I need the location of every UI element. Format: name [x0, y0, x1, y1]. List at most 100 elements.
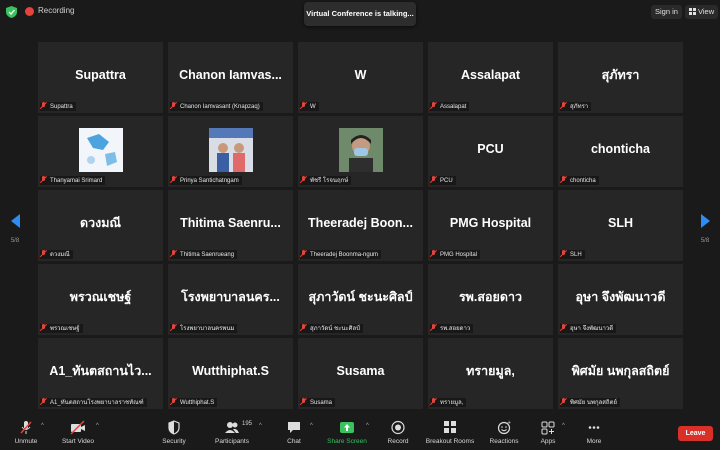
- breakout-rooms-button[interactable]: Breakout Rooms: [423, 420, 477, 448]
- chat-options-chevron-icon[interactable]: ^: [310, 423, 313, 429]
- view-button[interactable]: View: [685, 5, 719, 19]
- muted-mic-icon: [300, 324, 307, 331]
- participants-options-chevron-icon[interactable]: ^: [259, 423, 262, 429]
- participant-tile[interactable]: SLH SLH: [558, 190, 683, 261]
- muted-mic-icon: [560, 398, 567, 405]
- participant-tile[interactable]: chonticha chonticha: [558, 116, 683, 187]
- muted-mic-icon: [430, 102, 437, 109]
- sign-in-button[interactable]: Sign in: [651, 5, 682, 19]
- leave-button[interactable]: Leave: [678, 426, 713, 441]
- participant-tile[interactable]: Chanon Iamvas... Chanon Iamvasant (Knapza…: [168, 42, 293, 113]
- participant-tile[interactable]: PMG Hospital PMG Hospital: [428, 190, 553, 261]
- muted-mic-icon: [300, 250, 307, 257]
- participant-name: Thanyamai Srimard: [50, 178, 103, 184]
- participant-tile[interactable]: อุษา จึงพัฒนาวดี อุษา จึงพัฒนาวดี: [558, 264, 683, 335]
- map-thumbnail: [79, 128, 123, 172]
- reactions-smiley-icon: +: [497, 420, 511, 435]
- more-label: More: [586, 438, 602, 445]
- participant-tile[interactable]: Thitima Saenru... Thitima Saenrueang: [168, 190, 293, 261]
- participant-name-large: PMG Hospital: [449, 216, 532, 230]
- muted-microphone-icon: [20, 421, 32, 434]
- participant-label: PCU: [430, 176, 456, 185]
- participant-tile[interactable]: Susama Susama: [298, 338, 423, 409]
- participant-name-large: Susama: [336, 364, 385, 378]
- participant-tile[interactable]: A1_ทันตสถานไว... A1_ทันตสถานโรงพยาบาลราชท…: [38, 338, 163, 409]
- participant-tile[interactable]: Wutthiphat.S Wutthiphat.S: [168, 338, 293, 409]
- participant-tile[interactable]: Supattra Supattra: [38, 42, 163, 113]
- participant-name-large: โรงพยาบาลนคร...: [181, 290, 280, 304]
- participant-label: chonticha: [560, 176, 599, 185]
- participant-name-large: Theeradej Boon...: [308, 216, 413, 230]
- participant-tile[interactable]: Thanyamai Srimard: [38, 116, 163, 187]
- start-video-button[interactable]: Start Video: [58, 420, 98, 448]
- participant-label: พรวณเชษฐ์: [40, 324, 83, 333]
- participant-name-large: Chanon Iamvas...: [179, 68, 282, 82]
- participant-tile[interactable]: โรงพยาบาลนคร... โรงพยาบาลนครพนม: [168, 264, 293, 335]
- record-label: Record: [387, 438, 409, 445]
- unmute-label: Unmute: [14, 438, 38, 445]
- arrow-right-icon: [700, 214, 710, 228]
- participant-name: Assalapat: [440, 104, 467, 110]
- participant-tile[interactable]: พรวณเชษฐ์ พรวณเชษฐ์: [38, 264, 163, 335]
- participants-count: 195: [242, 421, 253, 427]
- record-button[interactable]: Record: [385, 420, 411, 448]
- reactions-button[interactable]: + Reactions: [487, 420, 521, 448]
- apps-button[interactable]: Apps: [537, 420, 559, 448]
- participant-tile[interactable]: Assalapat Assalapat: [428, 42, 553, 113]
- unmute-button[interactable]: Unmute: [10, 420, 42, 448]
- participant-name: ดวงมณี: [50, 252, 70, 258]
- participant-name: Theeradej Boonma-ngum: [310, 252, 379, 258]
- apps-options-chevron-icon[interactable]: ^: [562, 423, 565, 429]
- audio-options-chevron-icon[interactable]: ^: [41, 423, 44, 429]
- participant-label: Thitima Saenrueang: [170, 250, 238, 259]
- participant-tile[interactable]: พัชรี โรจนฤกษ์: [298, 116, 423, 187]
- svg-text:+: +: [507, 420, 511, 426]
- participant-name: Susama: [310, 400, 333, 406]
- participant-name: PCU: [440, 178, 453, 184]
- share-options-chevron-icon[interactable]: ^: [366, 423, 369, 429]
- participant-tile[interactable]: Prinya Santichatngam: [168, 116, 293, 187]
- participant-tile[interactable]: ทรายมูล, ทรายมูล,: [428, 338, 553, 409]
- participant-name-large: A1_ทันตสถานไว...: [49, 364, 152, 378]
- shield-check-icon[interactable]: [6, 6, 17, 18]
- apps-label: Apps: [540, 438, 556, 445]
- share-screen-label: Share Screen: [327, 438, 367, 445]
- participant-label: Prinya Santichatngam: [170, 176, 242, 185]
- participant-tile[interactable]: พิศมัย นพกุลสถิตย์ พิศมัย นพกุลสถิตย์: [558, 338, 683, 409]
- participant-name-large: สุภาวัดน์ ชะนะศิลป์: [308, 290, 413, 304]
- muted-mic-icon: [560, 250, 567, 257]
- security-shield-icon: [168, 420, 180, 435]
- participant-name: พิศมัย นพกุลสถิตย์: [570, 400, 617, 406]
- participant-name: สุภัทรา: [570, 104, 589, 110]
- participant-tile[interactable]: สุภัทรา สุภัทรา: [558, 42, 683, 113]
- previous-page-button[interactable]: 5/8: [7, 214, 23, 254]
- record-icon: [391, 420, 405, 435]
- participant-name: สุภาวัดน์ ชะนะศิลป์: [310, 326, 360, 332]
- participant-tile[interactable]: ดวงมณี ดวงมณี: [38, 190, 163, 261]
- muted-mic-icon: [40, 324, 47, 331]
- breakout-rooms-label: Breakout Rooms: [425, 438, 475, 445]
- participant-name-large: W: [354, 68, 367, 82]
- security-button[interactable]: Security: [159, 420, 189, 448]
- share-screen-button[interactable]: Share Screen: [324, 420, 370, 448]
- participant-tile[interactable]: สุภาวัดน์ ชะนะศิลป์ สุภาวัดน์ ชะนะศิลป์: [298, 264, 423, 335]
- video-options-chevron-icon[interactable]: ^: [96, 423, 99, 429]
- more-button[interactable]: More: [582, 420, 606, 448]
- participant-name-large: PCU: [477, 142, 504, 156]
- participant-tile[interactable]: WW: [298, 42, 423, 113]
- participant-name: chonticha: [570, 178, 596, 184]
- chat-bubble-icon: [288, 422, 300, 433]
- muted-mic-icon: [40, 176, 47, 183]
- arrow-left-icon: [10, 214, 20, 228]
- participant-tile[interactable]: Theeradej Boon... Theeradej Boonma-ngum: [298, 190, 423, 261]
- video-off-icon: [70, 420, 85, 435]
- participant-tile[interactable]: PCU PCU: [428, 116, 553, 187]
- muted-mic-icon: [560, 176, 567, 183]
- participant-tile[interactable]: รพ.สอยดาว รพ.สอยดาว: [428, 264, 553, 335]
- next-page-button[interactable]: 5/8: [697, 214, 713, 254]
- start-video-label: Start Video: [61, 438, 95, 445]
- chat-button[interactable]: Chat: [282, 420, 306, 448]
- participant-name: พรวณเชษฐ์: [50, 326, 80, 332]
- participant-name-large: ทรายมูล,: [466, 364, 515, 378]
- recording-label: Recording: [38, 6, 75, 15]
